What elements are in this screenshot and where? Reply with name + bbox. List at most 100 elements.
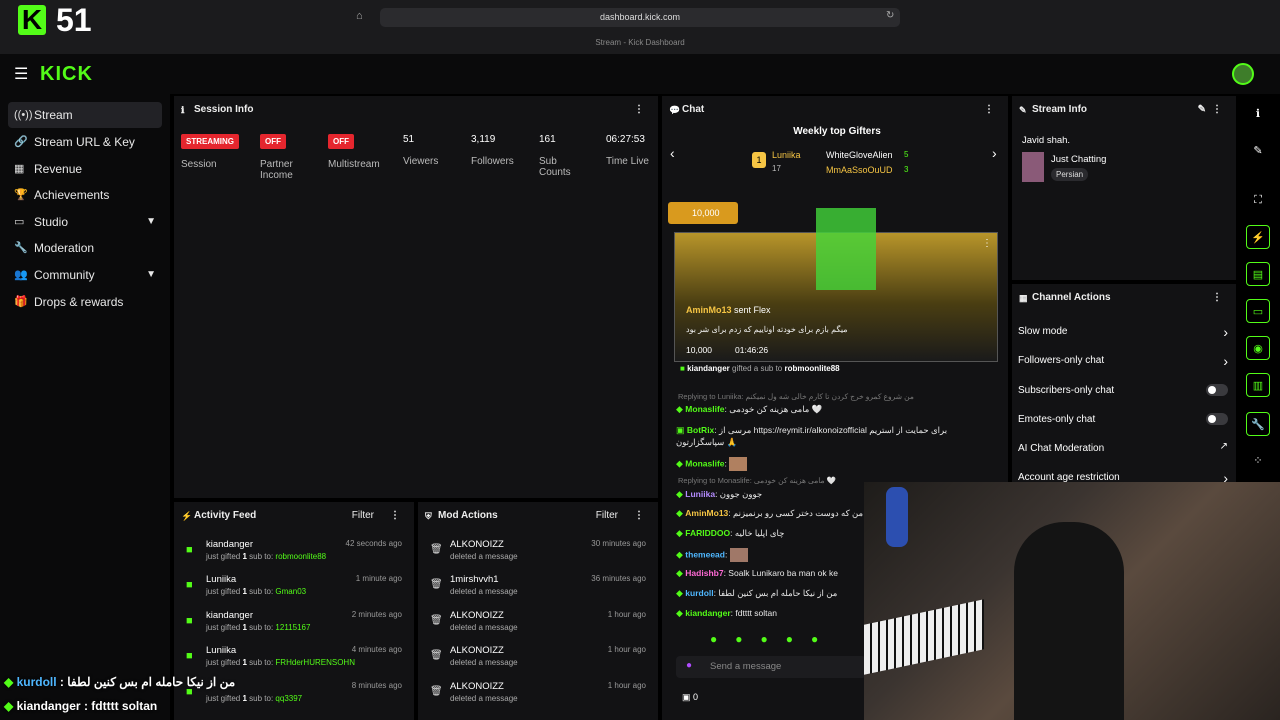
info-icon[interactable]: ℹ	[1246, 102, 1270, 126]
list-item: 🗑 ALKONOIZZ deleted a message 1 hour ago	[430, 645, 646, 667]
panel-header: ℹ Session Info ⋮	[174, 96, 658, 124]
channel-action-followers-only[interactable]: Followers-only chat ›	[1018, 353, 1228, 369]
stat-value: 161	[539, 134, 556, 145]
settings-icon: ▦	[1019, 293, 1028, 303]
gift-icon: ■	[186, 615, 193, 627]
toggle-switch[interactable]	[1206, 413, 1228, 425]
chat-message: ◆ kiandanger: fdtttt soltan	[676, 608, 777, 618]
trash-icon: 🗑	[430, 579, 443, 590]
more-options-icon[interactable]: ⋮	[634, 502, 644, 530]
avatar[interactable]	[1232, 63, 1254, 85]
filter-button[interactable]: Filter	[596, 502, 618, 530]
trash-icon: 🗑	[430, 544, 443, 555]
trash-icon: 🗑	[430, 615, 443, 626]
toggle-switch[interactable]	[1206, 384, 1228, 396]
chevron-down-icon: ▼	[146, 269, 156, 280]
sidebar-item-stream[interactable]: ((•)) Stream	[8, 102, 162, 128]
chat-input[interactable]: ● Send a message	[676, 656, 866, 678]
browser-tab[interactable]: Stream - Kick Dashboard	[0, 38, 1280, 47]
chat-bubble-icon: 💬	[669, 105, 681, 115]
broadcast-icon[interactable]: ◉	[1246, 336, 1270, 360]
tab-title: Stream - Kick Dashboard	[595, 38, 685, 47]
top-gifter-count: 5	[904, 150, 909, 159]
stat-label: Viewers	[403, 156, 439, 167]
reload-icon[interactable]: ↻	[886, 10, 894, 21]
panel-header: ✎ Stream Info ✎ ⋮	[1012, 96, 1236, 124]
kick-logo[interactable]: KICK	[40, 63, 93, 86]
stat-label: Multistream	[328, 159, 380, 170]
pencil-icon[interactable]: ✎	[1246, 139, 1270, 163]
more-options-icon[interactable]: ⋮	[1212, 96, 1222, 124]
top-gifter-name[interactable]: MmAaSsoOuUD	[826, 165, 893, 175]
more-options-icon[interactable]: ⋮	[1212, 284, 1222, 312]
crop-icon[interactable]: ⛶	[1246, 188, 1270, 212]
top-gifter-name[interactable]: Luniika	[772, 150, 801, 160]
document-icon[interactable]: ▤	[1246, 262, 1270, 286]
channel-action-ai-moderation[interactable]: AI Chat Moderation ↗	[1018, 441, 1228, 454]
layout-icon[interactable]: ▥	[1246, 373, 1270, 397]
filter-button[interactable]: Filter	[352, 502, 374, 530]
rank-1-badge-icon: 1	[752, 152, 766, 168]
gift-icon: ■	[186, 650, 193, 662]
sidebar-item-revenue[interactable]: ▦ Revenue	[8, 156, 162, 182]
trash-icon: 🗑	[430, 686, 443, 697]
address-bar[interactable]: dashboard.kick.com	[380, 8, 900, 27]
antenna-icon: ((•))	[14, 109, 33, 121]
list-item: 🗑 ALKONOIZZ deleted a message 1 hour ago	[430, 681, 646, 703]
quick-emote-bar[interactable]: ●●●●●	[710, 632, 860, 648]
channel-action-slow-mode[interactable]: Slow mode ›	[1018, 324, 1228, 340]
sidebar-item-studio[interactable]: ▭ Studio ▼	[8, 209, 162, 235]
sidebar-item-moderation[interactable]: 🔧 Moderation	[8, 235, 162, 261]
list-item: ■ Luniika just gifted 1 sub to: FRHderHURE…	[186, 645, 402, 667]
stat-label: Sub Counts	[539, 156, 571, 178]
chevron-left-icon[interactable]: ‹	[670, 145, 675, 161]
mic-icon[interactable]: ●	[686, 660, 692, 671]
top-gifter-name[interactable]: WhiteGloveAlien	[826, 150, 893, 160]
top-gifter-count: 3	[904, 165, 909, 174]
panel-header: ⚡ Activity Feed Filter ⋮	[174, 502, 414, 530]
home-icon[interactable]: ⌂	[356, 10, 363, 22]
chevron-right-icon: ›	[1223, 324, 1228, 340]
lock-icon: ▣	[682, 692, 691, 702]
list-item: 🗑 ALKONOIZZ deleted a message 1 hour ago	[430, 610, 646, 632]
pinned-kicks-pill[interactable]: 10,000	[668, 202, 738, 224]
channel-action-subscribers-only[interactable]: Subscribers-only chat	[1018, 384, 1228, 396]
panel-header: 💬 Chat ⋮	[662, 96, 1008, 124]
language-tag: Persian	[1051, 168, 1089, 181]
info-icon: ℹ	[181, 105, 185, 115]
stat-label: Partner Income	[260, 159, 293, 181]
sidebar-item-achievements[interactable]: 🏆 Achievements	[8, 182, 162, 208]
hamburger-menu-icon[interactable]: ☰	[14, 64, 28, 84]
chat-message: ▣ BotRix: مرسی از https://reymit.ir/alko…	[676, 425, 948, 447]
flex-sender: AminMo13 sent Flex	[686, 305, 771, 315]
list-item: 🗑 ALKONOIZZ deleted a message 30 minutes ag…	[430, 539, 646, 561]
panel-header: ⛨ Mod Actions Filter ⋮	[418, 502, 658, 530]
more-options-icon[interactable]: ⋮	[984, 96, 994, 124]
lightning-icon[interactable]: ⚡	[1246, 225, 1270, 249]
chevron-right-icon: ›	[1223, 353, 1228, 369]
category-name[interactable]: Just Chatting	[1051, 154, 1106, 165]
more-options-icon[interactable]: ⋮	[982, 238, 992, 249]
top-gifters-title: Weekly top Gifters	[793, 126, 881, 137]
overlay-viewer-count: 51	[56, 2, 92, 38]
edit-icon[interactable]: ✎	[1198, 96, 1206, 124]
chevron-right-icon[interactable]: ›	[992, 145, 997, 161]
link-icon: 🔗	[14, 136, 28, 148]
gift-icon: ■	[186, 544, 193, 556]
chat-bubble-icon[interactable]: ▭	[1246, 299, 1270, 323]
status-badge-streaming: STREAMING	[181, 134, 239, 149]
wrench-icon[interactable]: 🔧	[1246, 412, 1270, 436]
status-badge-partner[interactable]: OFF	[260, 134, 286, 149]
more-options-icon[interactable]: ⋮	[634, 96, 644, 124]
more-options-icon[interactable]: ⋮	[390, 502, 400, 530]
sidebar-item-community[interactable]: 👥 Community ▼	[8, 262, 162, 288]
shield-icon: ⛨	[425, 511, 432, 521]
sidebar-item-stream-url[interactable]: 🔗 Stream URL & Key	[8, 129, 162, 155]
stat-value: 06:27:53	[606, 134, 645, 145]
status-badge-multistream[interactable]: OFF	[328, 134, 354, 149]
list-item: 🗑 1mirshvvh1 deleted a message 36 minutes a…	[430, 574, 646, 596]
sidebar-item-drops[interactable]: 🎁 Drops & rewards	[8, 289, 162, 315]
sidebar-item-label: Stream	[34, 108, 73, 122]
channel-action-emotes-only[interactable]: Emotes-only chat	[1018, 413, 1228, 425]
apps-icon[interactable]: ⁘	[1246, 449, 1270, 473]
